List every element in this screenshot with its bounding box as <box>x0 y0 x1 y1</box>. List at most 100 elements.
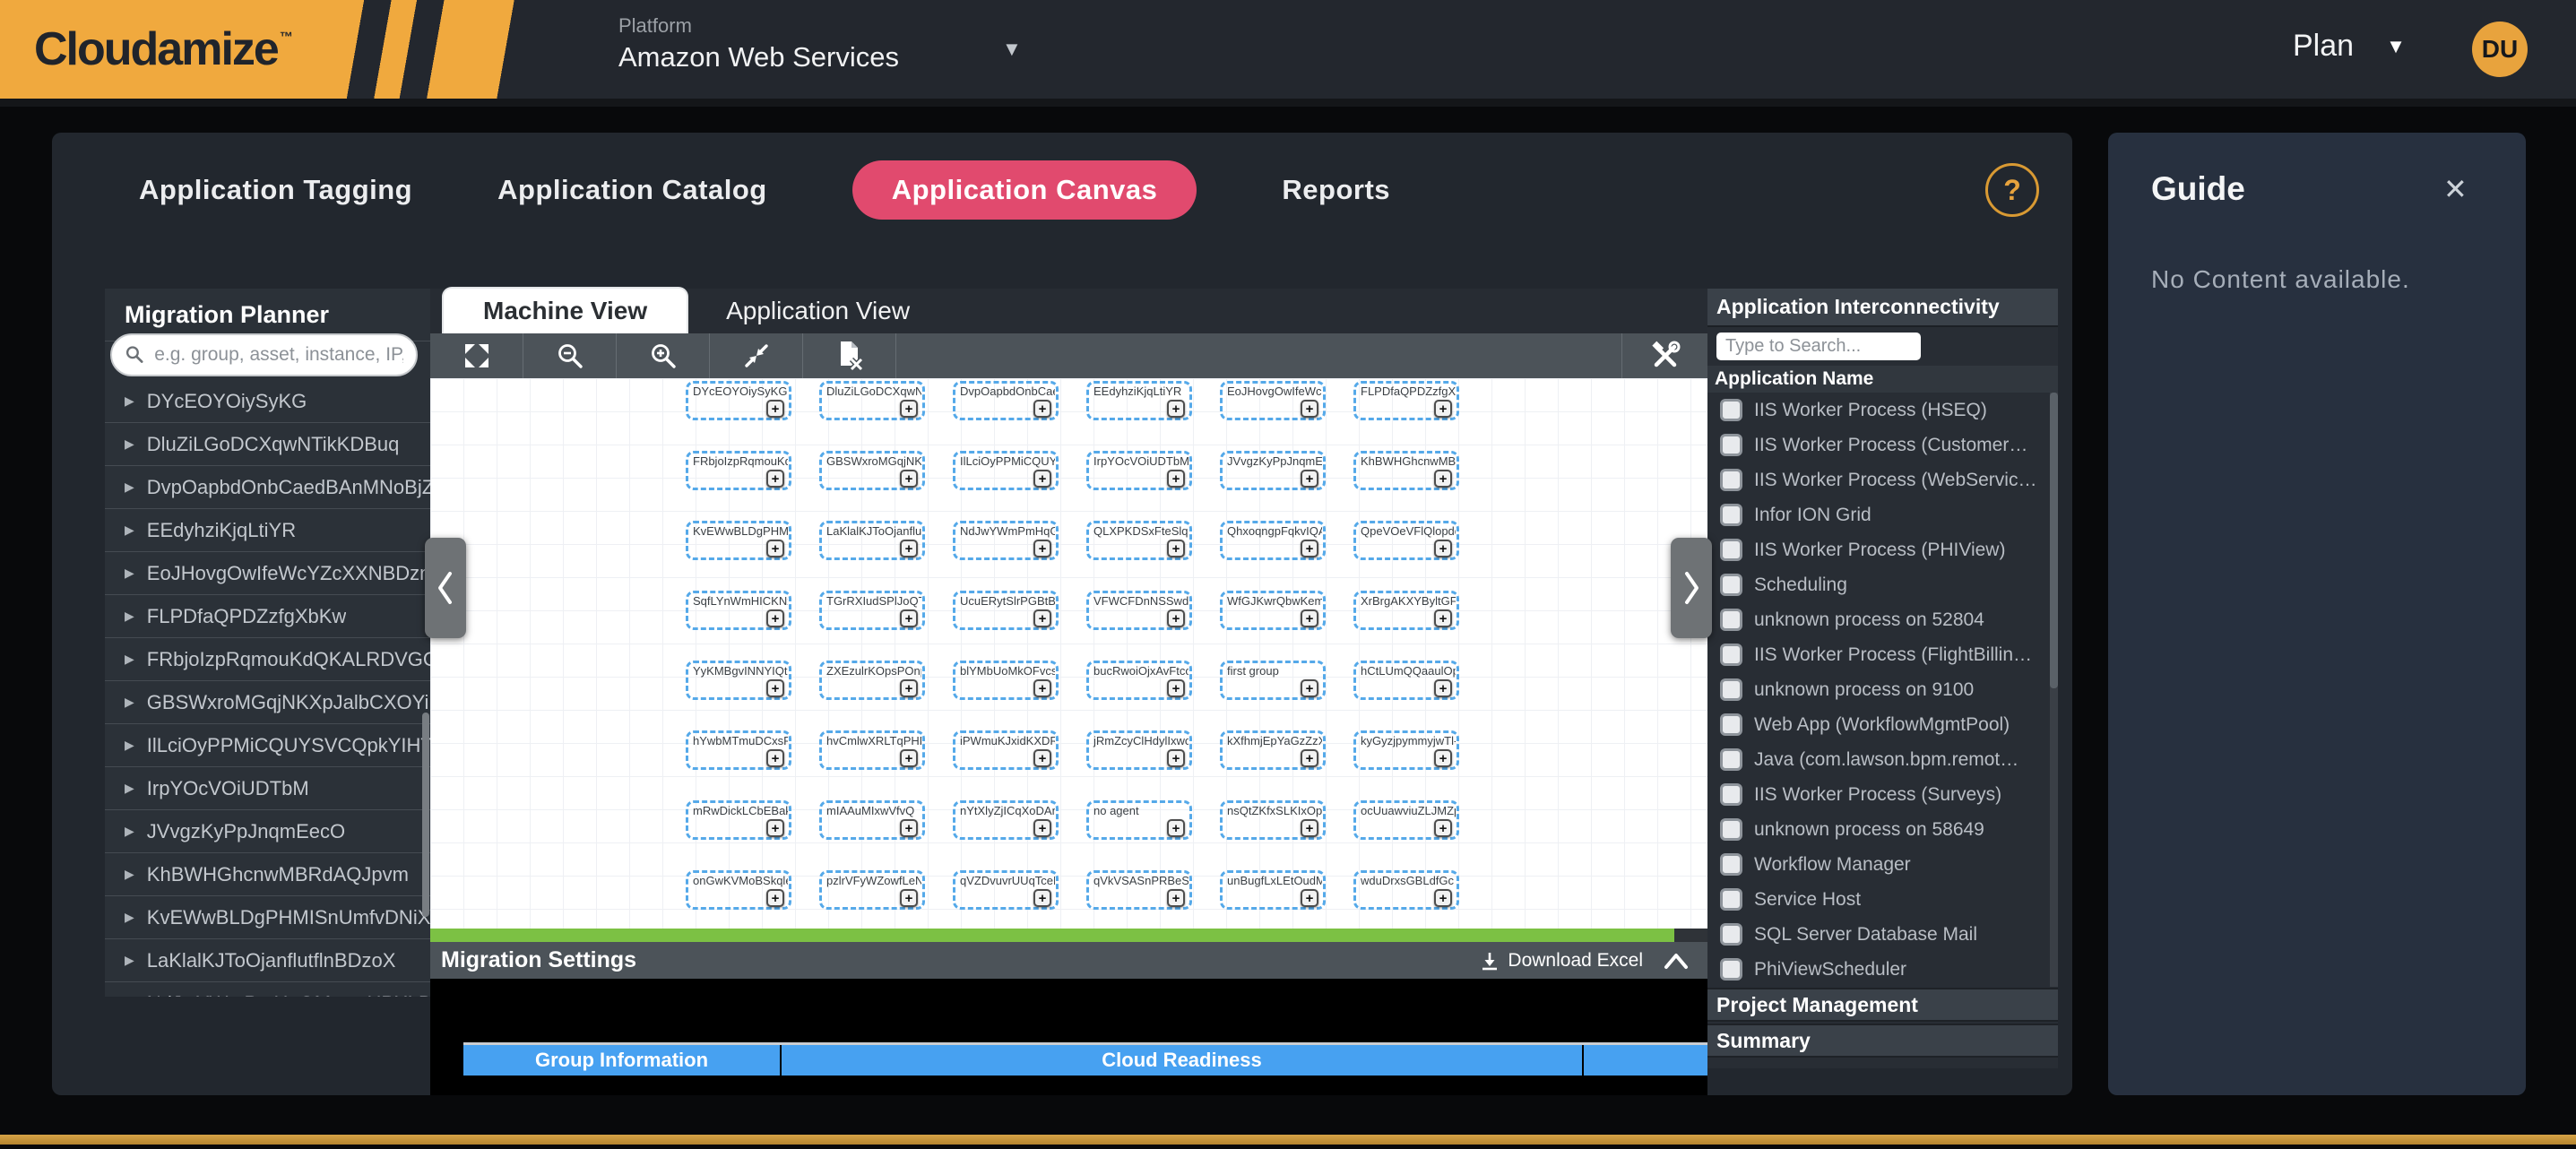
add-icon[interactable]: + <box>1434 470 1452 488</box>
view-tab[interactable]: Application View <box>687 289 949 333</box>
machine-group-box[interactable]: QhxoqngpFqkvIQAPDw… + <box>1220 521 1326 560</box>
pan-right-button[interactable] <box>1671 538 1712 638</box>
machine-group-box[interactable]: UcuERytSlrPGBtBZsxNs… + <box>953 591 1059 630</box>
add-icon[interactable]: + <box>1033 609 1051 627</box>
sidebar-group-item[interactable]: ▶ JVvgzKyPpJnqmEecO <box>105 810 430 853</box>
checkbox[interactable] <box>1720 574 1742 596</box>
add-icon[interactable]: + <box>900 470 918 488</box>
add-icon[interactable]: + <box>1167 400 1185 418</box>
checkbox[interactable] <box>1720 469 1742 491</box>
search-input[interactable] <box>154 344 403 366</box>
pan-left-button[interactable] <box>425 538 466 638</box>
machine-group-box[interactable]: blYMbUoMkOFvcsuWEml + <box>953 661 1059 700</box>
machine-group-box[interactable]: hYwbMTmuDCxsFAaH… + <box>686 730 791 770</box>
application-row[interactable]: SQL Server Database Mail <box>1707 917 2051 952</box>
machine-group-box[interactable]: SqfLYnWmHICKNxByvfu… + <box>686 591 791 630</box>
add-icon[interactable]: + <box>1301 749 1318 767</box>
add-icon[interactable]: + <box>1167 470 1185 488</box>
machine-group-box[interactable]: mIAAuMIxwVfvQ + <box>819 800 925 840</box>
machine-group-box[interactable]: no agent + <box>1086 800 1192 840</box>
add-icon[interactable]: + <box>1033 540 1051 557</box>
machine-group-box[interactable]: WfGJKwrQbwKemp + <box>1220 591 1326 630</box>
expand-caret-icon[interactable]: ▶ <box>125 996 134 997</box>
machine-group-box[interactable]: ZXEzulrKOpsPOnpdVILD + <box>819 661 925 700</box>
application-row[interactable]: Scheduling <box>1707 567 2051 602</box>
application-row[interactable]: Java (com.lawson.bpm.remot… <box>1707 742 2051 777</box>
machine-group-box[interactable]: mRwDickLCbEBakJPgP… + <box>686 800 791 840</box>
application-row[interactable]: Service Host <box>1707 882 2051 917</box>
add-icon[interactable]: + <box>1434 540 1452 557</box>
checkbox[interactable] <box>1720 539 1742 561</box>
application-row[interactable]: PhiViewScheduler <box>1707 952 2051 987</box>
machine-group-box[interactable]: QpeVOeVFlQlopddxOgE… + <box>1353 521 1459 560</box>
avatar[interactable]: DU <box>2472 22 2528 77</box>
add-icon[interactable]: + <box>1033 470 1051 488</box>
machine-group-box[interactable]: nsQtZKfxSLKIxOpBVcX… + <box>1220 800 1326 840</box>
application-row[interactable]: IIS Worker Process (Customer… <box>1707 428 2051 462</box>
checkbox[interactable] <box>1720 783 1742 806</box>
machine-group-box[interactable]: pzlrVFyWZowfLeNPsihQ… + <box>819 870 925 910</box>
expand-caret-icon[interactable]: ▶ <box>125 867 134 882</box>
expand-caret-icon[interactable]: ▶ <box>125 436 134 452</box>
machine-group-box[interactable]: TGrRXIudSPlJoQTnoTw… + <box>819 591 925 630</box>
sidebar-group-item[interactable]: ▶ GBSWxroMGqjNKXpJalbCXOYi <box>105 681 430 724</box>
machine-group-box[interactable]: onGwKVMoBSkqlevPk + <box>686 870 791 910</box>
sidebar-group-item[interactable]: ▶ EEdyhziKjqLtiYR <box>105 509 430 552</box>
sidebar-group-item[interactable]: ▶ IrpYOcVOiUDTbM <box>105 767 430 810</box>
fullscreen-button[interactable] <box>430 333 523 378</box>
add-icon[interactable]: + <box>1033 819 1051 837</box>
machine-group-box[interactable]: JVvgzKyPpJnqmEecO + <box>1220 451 1326 490</box>
machine-group-box[interactable]: LaKlalKJToOjanflutflnB… + <box>819 521 925 560</box>
checkbox[interactable] <box>1720 399 1742 421</box>
sidebar-group-item[interactable]: ▶ IlLciOyPPMiCQUYSVCQpkYIHTy <box>105 724 430 767</box>
application-row[interactable]: unknown process on 58649 <box>1707 812 2051 847</box>
expand-caret-icon[interactable]: ▶ <box>125 609 134 624</box>
application-row[interactable]: unknown process on 52804 <box>1707 602 2051 637</box>
panel-title[interactable]: Application Interconnectivity <box>1707 289 2058 327</box>
machine-group-box[interactable]: VFWCFDnNSSwdVSg + <box>1086 591 1192 630</box>
add-icon[interactable]: + <box>1033 749 1051 767</box>
sidebar-group-item[interactable]: ▶ FRbjoIzpRqmouKdQKALRDVGC <box>105 638 430 681</box>
checkbox[interactable] <box>1720 713 1742 736</box>
machine-group-box[interactable]: kXfhmjEpYaGzZzXzbtNJ + <box>1220 730 1326 770</box>
sidebar-group-item[interactable]: ▶ KhBWHGhcnwMBRdAQJpvm <box>105 853 430 896</box>
add-icon[interactable]: + <box>1167 819 1185 837</box>
expand-caret-icon[interactable]: ▶ <box>125 695 134 710</box>
machine-group-box[interactable]: FRbjoIzpRqmouKdQKAL… + <box>686 451 791 490</box>
application-row[interactable]: IIS Worker Process (PHIView) <box>1707 532 2051 567</box>
machine-group-box[interactable]: qVkVSASnPRBeSzicEBX… + <box>1086 870 1192 910</box>
chevron-down-icon[interactable]: ▼ <box>1002 38 1022 61</box>
zoom-in-button[interactable] <box>617 333 710 378</box>
sidebar-group-item[interactable]: ▶ EoJHovgOwIfeWcYZcXXNBDzmNj <box>105 552 430 595</box>
add-icon[interactable]: + <box>1434 889 1452 907</box>
machine-group-box[interactable]: QLXPKDSxFteSlqBrudw… + <box>1086 521 1192 560</box>
add-icon[interactable]: + <box>1167 889 1185 907</box>
main-tab[interactable]: Reports <box>1282 174 1390 206</box>
add-icon[interactable]: + <box>1434 609 1452 627</box>
panel-scrollbar[interactable] <box>2050 393 2058 688</box>
machine-group-box[interactable]: kyGyzjpymmyjwTl-test + <box>1353 730 1459 770</box>
view-tab[interactable]: Machine View <box>444 289 687 333</box>
checkbox[interactable] <box>1720 678 1742 701</box>
add-icon[interactable]: + <box>766 889 784 907</box>
machine-canvas[interactable]: DYcEOYOiySyKG + DluZiLGoDCXqwNTikKD… + D… <box>430 378 1707 929</box>
machine-group-box[interactable]: IlLciOyPPMiCQUYSVCQ… + <box>953 451 1059 490</box>
checkbox[interactable] <box>1720 644 1742 666</box>
plan-menu[interactable]: Plan ▼ <box>2293 29 2406 64</box>
add-icon[interactable]: + <box>1301 609 1318 627</box>
checkbox[interactable] <box>1720 504 1742 526</box>
machine-group-box[interactable]: KhBWHGhcnwMBRdAQ… + <box>1353 451 1459 490</box>
add-icon[interactable]: + <box>900 749 918 767</box>
add-icon[interactable]: + <box>766 609 784 627</box>
expand-caret-icon[interactable]: ▶ <box>125 824 134 839</box>
machine-group-box[interactable]: IrpYOcVOiUDTbM + <box>1086 451 1192 490</box>
application-row[interactable]: IIS Worker Process (Surveys) <box>1707 777 2051 812</box>
machine-group-box[interactable]: unBugfLxLEtOudMyqHO… + <box>1220 870 1326 910</box>
machine-group-box[interactable]: iPWmuKJxidKXDR + <box>953 730 1059 770</box>
add-icon[interactable]: + <box>900 400 918 418</box>
expand-caret-icon[interactable]: ▶ <box>125 523 134 538</box>
machine-group-box[interactable]: YyKMBgvINNYIQtCfLXo… + <box>686 661 791 700</box>
application-row[interactable]: Infor ION Grid <box>1707 497 2051 532</box>
application-row[interactable]: IIS Worker Process (HSEQ) <box>1707 393 2051 428</box>
export-file-button[interactable] <box>803 333 896 378</box>
